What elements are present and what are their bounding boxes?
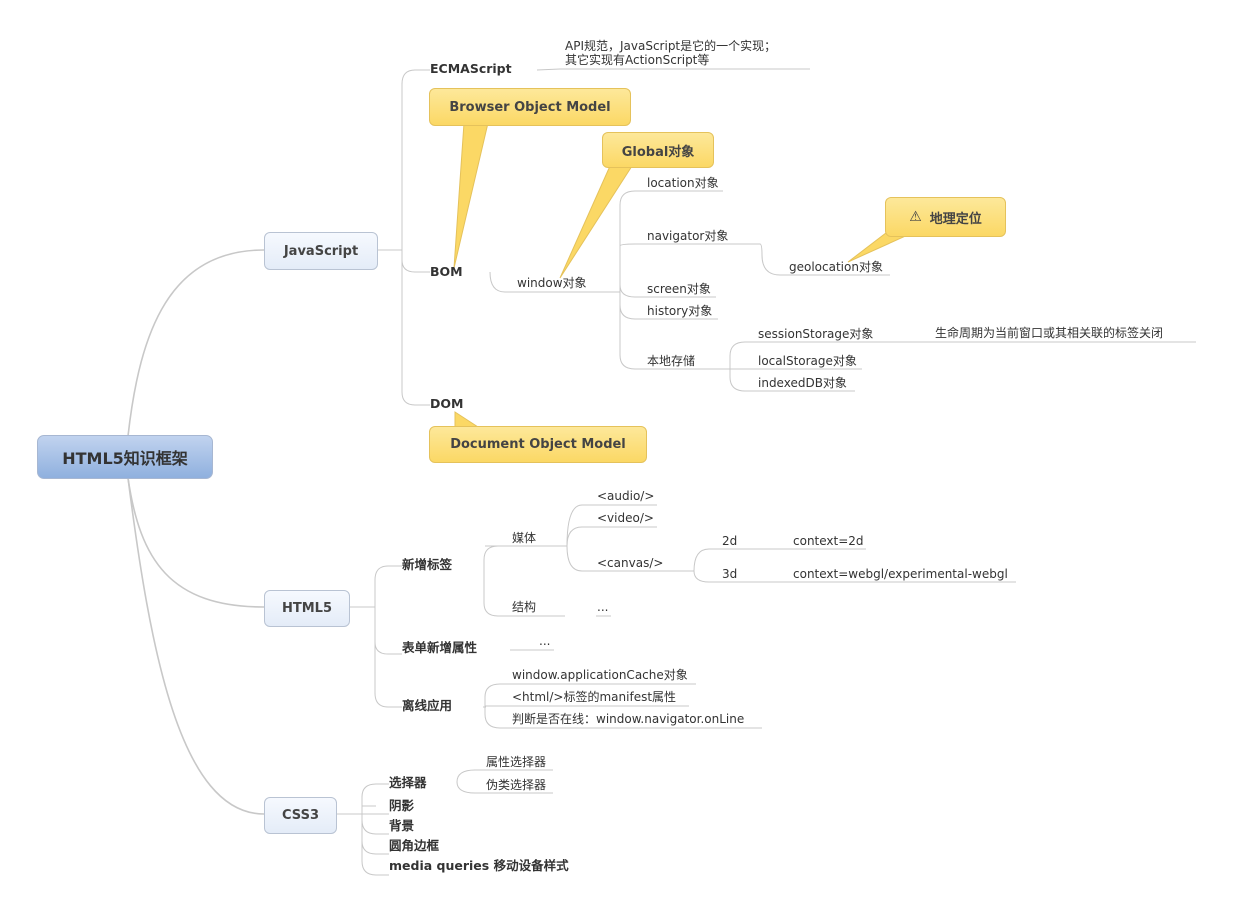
node-attribute-selector[interactable]: 属性选择器 xyxy=(486,755,546,769)
node-history[interactable]: history对象 xyxy=(647,304,712,318)
callout-global-object[interactable]: Global对象 xyxy=(602,132,714,168)
node-canvas-3d[interactable]: 3d xyxy=(722,567,737,581)
node-offline-app[interactable]: 离线应用 xyxy=(402,699,452,713)
node-navigator[interactable]: navigator对象 xyxy=(647,229,728,243)
node-pseudo-selector[interactable]: 伪类选择器 xyxy=(486,778,546,792)
node-context-webgl[interactable]: context=webgl/experimental-webgl xyxy=(793,567,1008,581)
topic-css3[interactable]: CSS3 xyxy=(264,797,337,834)
node-local-storage[interactable]: localStorage对象 xyxy=(758,354,857,368)
node-context-2d[interactable]: context=2d xyxy=(793,534,864,548)
node-online-check[interactable]: 判断是否在线：window.navigator.onLine xyxy=(512,712,744,726)
callout-geolocation[interactable]: ⚠ 地理定位 xyxy=(885,197,1006,237)
root-topic-label: HTML5知识框架 xyxy=(62,449,188,468)
node-dom[interactable]: DOM xyxy=(430,397,463,411)
node-application-cache[interactable]: window.applicationCache对象 xyxy=(512,668,688,682)
root-topic[interactable]: HTML5知识框架 xyxy=(37,435,213,479)
node-canvas-2d[interactable]: 2d xyxy=(722,534,737,548)
node-video[interactable]: <video/> xyxy=(597,511,654,525)
topic-html5[interactable]: HTML5 xyxy=(264,590,350,627)
node-bom[interactable]: BOM xyxy=(430,265,463,279)
node-local-storage-group[interactable]: 本地存储 xyxy=(647,354,695,368)
node-indexeddb[interactable]: indexedDB对象 xyxy=(758,376,847,390)
node-border-radius[interactable]: 圆角边框 xyxy=(389,839,439,853)
node-form-attributes[interactable]: 表单新增属性 xyxy=(402,641,477,655)
callout-global-text: Global对象 xyxy=(621,144,695,160)
node-structure-more[interactable]: ... xyxy=(597,600,608,614)
node-manifest[interactable]: <html/>标签的manifest属性 xyxy=(512,690,676,704)
warning-icon: ⚠ xyxy=(909,209,922,225)
node-window[interactable]: window对象 xyxy=(517,276,587,290)
note-ecmascript-line1: API规范，JavaScript是它的一个实现； xyxy=(565,39,777,53)
callout-geolocation-text: 地理定位 xyxy=(929,211,982,227)
topic-html5-label: HTML5 xyxy=(281,601,332,616)
node-structure[interactable]: 结构 xyxy=(512,600,536,614)
node-screen[interactable]: screen对象 xyxy=(647,282,711,296)
callout-dom-text: Document Object Model xyxy=(450,437,626,452)
callout-bom-text: Browser Object Model xyxy=(449,99,611,115)
node-canvas[interactable]: <canvas/> xyxy=(597,556,663,570)
topic-javascript[interactable]: JavaScript xyxy=(264,232,378,270)
node-form-more[interactable]: ... xyxy=(539,634,550,648)
callout-document-object-model[interactable]: Document Object Model xyxy=(429,426,647,463)
node-selector[interactable]: 选择器 xyxy=(389,776,427,790)
node-media-queries[interactable]: media queries 移动设备样式 xyxy=(389,859,569,873)
callout-browser-object-model[interactable]: Browser Object Model xyxy=(429,88,631,126)
node-new-tags[interactable]: 新增标签 xyxy=(402,558,452,572)
topic-css3-label: CSS3 xyxy=(282,808,319,823)
node-session-storage[interactable]: sessionStorage对象 xyxy=(758,327,873,341)
node-background[interactable]: 背景 xyxy=(389,819,414,833)
note-session-storage: 生命周期为当前窗口或其相关联的标签关闭 xyxy=(935,326,1164,340)
node-shadow[interactable]: 阴影 xyxy=(389,799,414,813)
node-geolocation[interactable]: geolocation对象 xyxy=(789,260,883,274)
note-ecmascript-line2: 其它实现有ActionScript等 xyxy=(565,53,710,67)
node-media[interactable]: 媒体 xyxy=(512,531,536,545)
node-audio[interactable]: <audio/> xyxy=(597,489,654,503)
node-location[interactable]: location对象 xyxy=(647,176,719,190)
node-ecmascript[interactable]: ECMAScript xyxy=(430,62,512,76)
topic-javascript-label: JavaScript xyxy=(283,243,359,259)
